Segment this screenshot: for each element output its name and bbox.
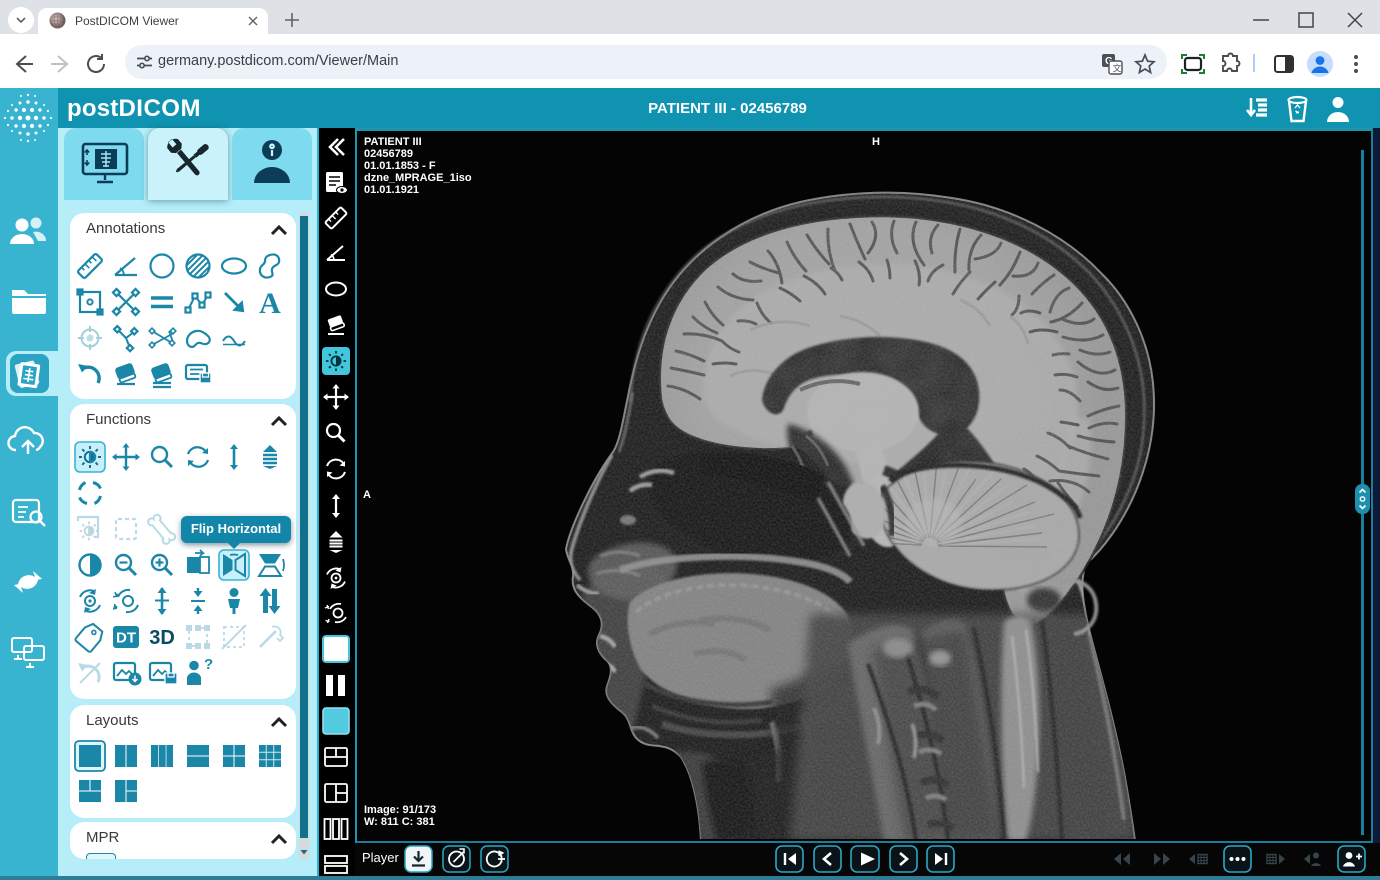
- svg-text:A: A: [259, 287, 281, 320]
- svg-text:文: 文: [1113, 63, 1122, 74]
- svg-text:DT: DT: [116, 630, 136, 647]
- svg-text:?: ?: [204, 656, 213, 673]
- svg-text:3D: 3D: [149, 627, 175, 649]
